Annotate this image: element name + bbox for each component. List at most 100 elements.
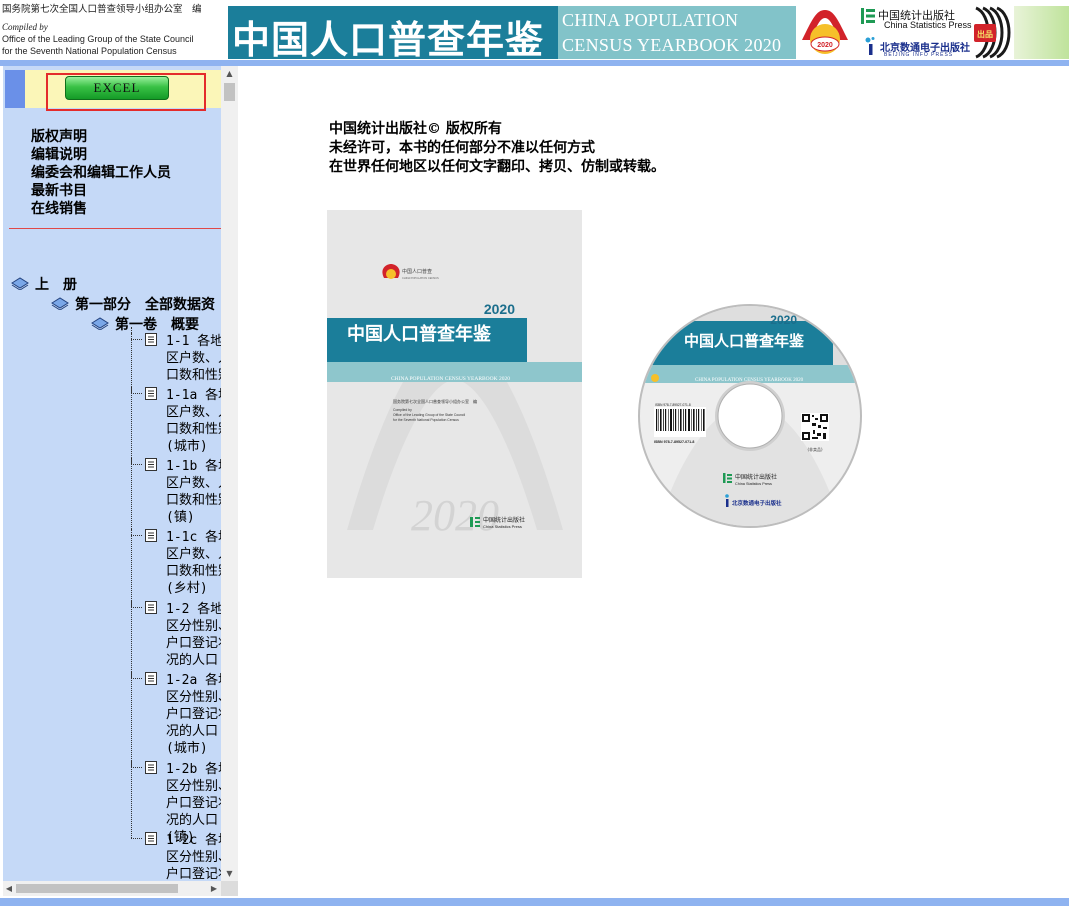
document-icon xyxy=(145,458,157,471)
compiler-credit: 国务院第七次全国人口普查领导小组办公室 编 Compiled by Office… xyxy=(2,4,226,57)
tree-connector xyxy=(131,678,142,679)
cd-not-for-sale: (非卖品) xyxy=(807,446,823,452)
tree-connector xyxy=(131,339,142,340)
header: 国务院第七次全国人口普查领导小组办公室 编 Compiled by Office… xyxy=(0,0,1069,60)
tree-chapter-label: 第一卷 概要 xyxy=(115,317,199,333)
cover-watermark: 2020 xyxy=(411,491,499,540)
header-decoration xyxy=(1014,6,1069,59)
cd-isbn-top: ISBN 978-7-89527-071-8 xyxy=(655,403,691,407)
banner-title-zh: 中国人口普查年鉴 xyxy=(232,17,545,59)
book-icon xyxy=(91,317,109,330)
link-editorial-notes[interactable]: 编辑说明 xyxy=(31,146,171,164)
copyright-line: 未经许可，本书的任何部分不准以任何方式 xyxy=(329,140,595,156)
vertical-scrollbar[interactable]: ▲ ▼ xyxy=(221,66,238,881)
link-online-sales[interactable]: 在线销售 xyxy=(31,200,171,218)
publisher-badge-icon: 出品 xyxy=(974,6,1011,59)
horizontal-scrollbar[interactable]: ◀ ▶ xyxy=(3,881,221,896)
vertical-scroll-thumb[interactable] xyxy=(224,83,235,101)
compiler-zh: 国务院第七次全国人口普查领导小组办公室 编 xyxy=(2,4,202,15)
excel-button-highlight xyxy=(46,73,206,111)
link-editorial-board[interactable]: 编委会和编辑工作人员 xyxy=(31,164,171,182)
footer-bar xyxy=(0,898,1069,906)
tree-connector xyxy=(131,761,132,838)
horizontal-scroll-thumb[interactable] xyxy=(16,884,178,893)
cd-isbn-bottom: ISBN 978-7-89527-071-8 xyxy=(654,440,694,444)
tree-leaf-label[interactable]: 1-1a 各地区户数、人口数和性别(城市) xyxy=(166,387,221,455)
census-logo-icon: 2020 xyxy=(802,10,848,54)
tree-connector xyxy=(131,333,132,393)
tree-volume-label: 上 册 xyxy=(35,277,77,293)
tree-connector xyxy=(131,838,142,839)
cover-compiler-zh: 国务院第七次全国人口普查领导小组办公室 编 xyxy=(393,398,477,404)
document-icon xyxy=(145,601,157,614)
china-statistics-press-icon xyxy=(861,8,875,24)
tree-connector xyxy=(131,387,132,464)
copyright-line: 在世界任何地区以任何文字翻印、拷贝、仿制或转载。 xyxy=(329,159,665,175)
tree-connector xyxy=(131,767,142,768)
cd-title-zh: 中国人口普查年鉴 xyxy=(684,332,805,350)
navigation-panel: EXCEL 版权声明 编辑说明 编委会和编辑工作人员 最新书目 在线销售 上 册… xyxy=(3,66,221,881)
cd-publisher2-zh: 北京数通电子出版社 xyxy=(732,499,782,507)
book-icon xyxy=(11,277,29,290)
cd-publisher-en: China Statistics Press xyxy=(735,482,772,486)
banner-title-en-line2: CENSUS YEARBOOK 2020 xyxy=(562,35,782,55)
tree-connector xyxy=(131,464,142,465)
cd-year: 2020 xyxy=(770,313,797,327)
cover-series-zh: 中国人口普查 xyxy=(402,268,432,275)
cd-publisher-zh: 中国统计出版社 xyxy=(735,473,777,481)
scrollbar-corner xyxy=(221,881,238,896)
tree-leaf-label[interactable]: 1-1 各地区户数、人口数和性别 xyxy=(166,333,221,384)
china-statistics-press-en: China Statistics Press xyxy=(884,20,972,30)
tree-leaf-label[interactable]: 1-1b 各地区户数、人口数和性别(镇) xyxy=(166,458,221,526)
top-links: 版权声明 编辑说明 编委会和编辑工作人员 最新书目 在线销售 xyxy=(31,128,171,218)
cover-series-en: CHINA POPULATION CENSUS xyxy=(402,276,439,280)
separator xyxy=(9,228,221,229)
compiler-en-line1: Office of the Leading Group of the State… xyxy=(2,34,194,44)
document-icon xyxy=(145,672,157,685)
document-icon xyxy=(145,333,157,346)
cover-compiler-en2: for the Seventh National Population Cens… xyxy=(393,418,459,422)
tree-part-1[interactable]: 第一部分 全部数据资 xyxy=(51,294,215,314)
cover-publisher-en: China Statistics Press xyxy=(483,524,522,529)
publisher-logos: 2020 中国统计出版社 China Statistics Press 北京数通… xyxy=(796,6,1014,59)
scroll-right-arrow-icon[interactable]: ▶ xyxy=(207,881,221,896)
tree-connector xyxy=(131,601,132,678)
cd-disc-image: 2020 中国人口普查年鉴 CHINA POPULATION CENSUS YE… xyxy=(638,304,862,528)
document-icon xyxy=(145,387,157,400)
copyright-notice: 中国统计出版社© 版权所有 未经许可，本书的任何部分不准以任何方式 在世界任何地… xyxy=(329,120,665,177)
book-cover-image: 2020 中国人口普查 CHINA POPULATION CENSUS 2020… xyxy=(327,210,582,578)
tree-leaf-label[interactable]: 1-2c 各地区分性别、户口登记状 xyxy=(166,832,221,881)
tree-leaf-label[interactable]: 1-2a 各地区分性别、户口登记状况的人口(城市) xyxy=(166,672,221,757)
scroll-down-arrow-icon[interactable]: ▼ xyxy=(221,866,238,881)
census-logo-year: 2020 xyxy=(817,42,833,49)
link-latest-titles[interactable]: 最新书目 xyxy=(31,182,171,200)
tree-leaf-label[interactable]: 1-2 各地区分性别、户口登记状况的人口 xyxy=(166,601,221,669)
scroll-up-arrow-icon[interactable]: ▲ xyxy=(221,66,238,81)
tree-connector xyxy=(131,607,142,608)
cover-publisher-zh: 中国统计出版社 xyxy=(483,516,525,524)
tree-volume-1[interactable]: 上 册 xyxy=(11,274,77,294)
tree-connector xyxy=(131,393,142,394)
tree-connector xyxy=(131,672,132,767)
scroll-left-arrow-icon[interactable]: ◀ xyxy=(3,881,15,896)
cover-compiled-by: Compiled by xyxy=(393,408,412,412)
cover-title-zh: 中国人口普查年鉴 xyxy=(347,323,492,345)
publisher-badge-text: 出品 xyxy=(977,29,993,39)
yearbook-banner: 中国人口普查年鉴 CHINA POPULATION CENSUS YEARBOO… xyxy=(228,6,796,59)
compiler-en-line2: for the Seventh National Population Cens… xyxy=(2,46,177,56)
qr-code-icon xyxy=(801,413,829,441)
compiled-by-label: Compiled by xyxy=(2,22,48,32)
banner-title-en-box: CHINA POPULATION CENSUS YEARBOOK 2020 xyxy=(558,6,796,59)
navigation-frame: EXCEL 版权声明 编辑说明 编委会和编辑工作人员 最新书目 在线销售 上 册… xyxy=(0,66,238,898)
link-copyright[interactable]: 版权声明 xyxy=(31,128,171,146)
copyright-line: 中国统计出版社© 版权所有 xyxy=(329,121,502,137)
book-icon xyxy=(51,297,69,310)
cover-compiler-en1: Office of the Leading Group of the State… xyxy=(393,413,465,417)
beijing-info-press-en: BEIJING INFO PRESS xyxy=(884,52,954,58)
cover-title-en: CHINA POPULATION CENSUS YEARBOOK 2020 xyxy=(391,376,510,382)
tree-leaf-label[interactable]: 1-1c 各地区户数、人口数和性别(乡村) xyxy=(166,529,221,597)
banner-title-en-line1: CHINA POPULATION xyxy=(562,10,739,30)
tree-connector xyxy=(131,458,132,535)
tree-part-label: 第一部分 全部数据资 xyxy=(75,297,215,313)
tree-chapter-1[interactable]: 第一卷 概要 xyxy=(91,314,199,334)
